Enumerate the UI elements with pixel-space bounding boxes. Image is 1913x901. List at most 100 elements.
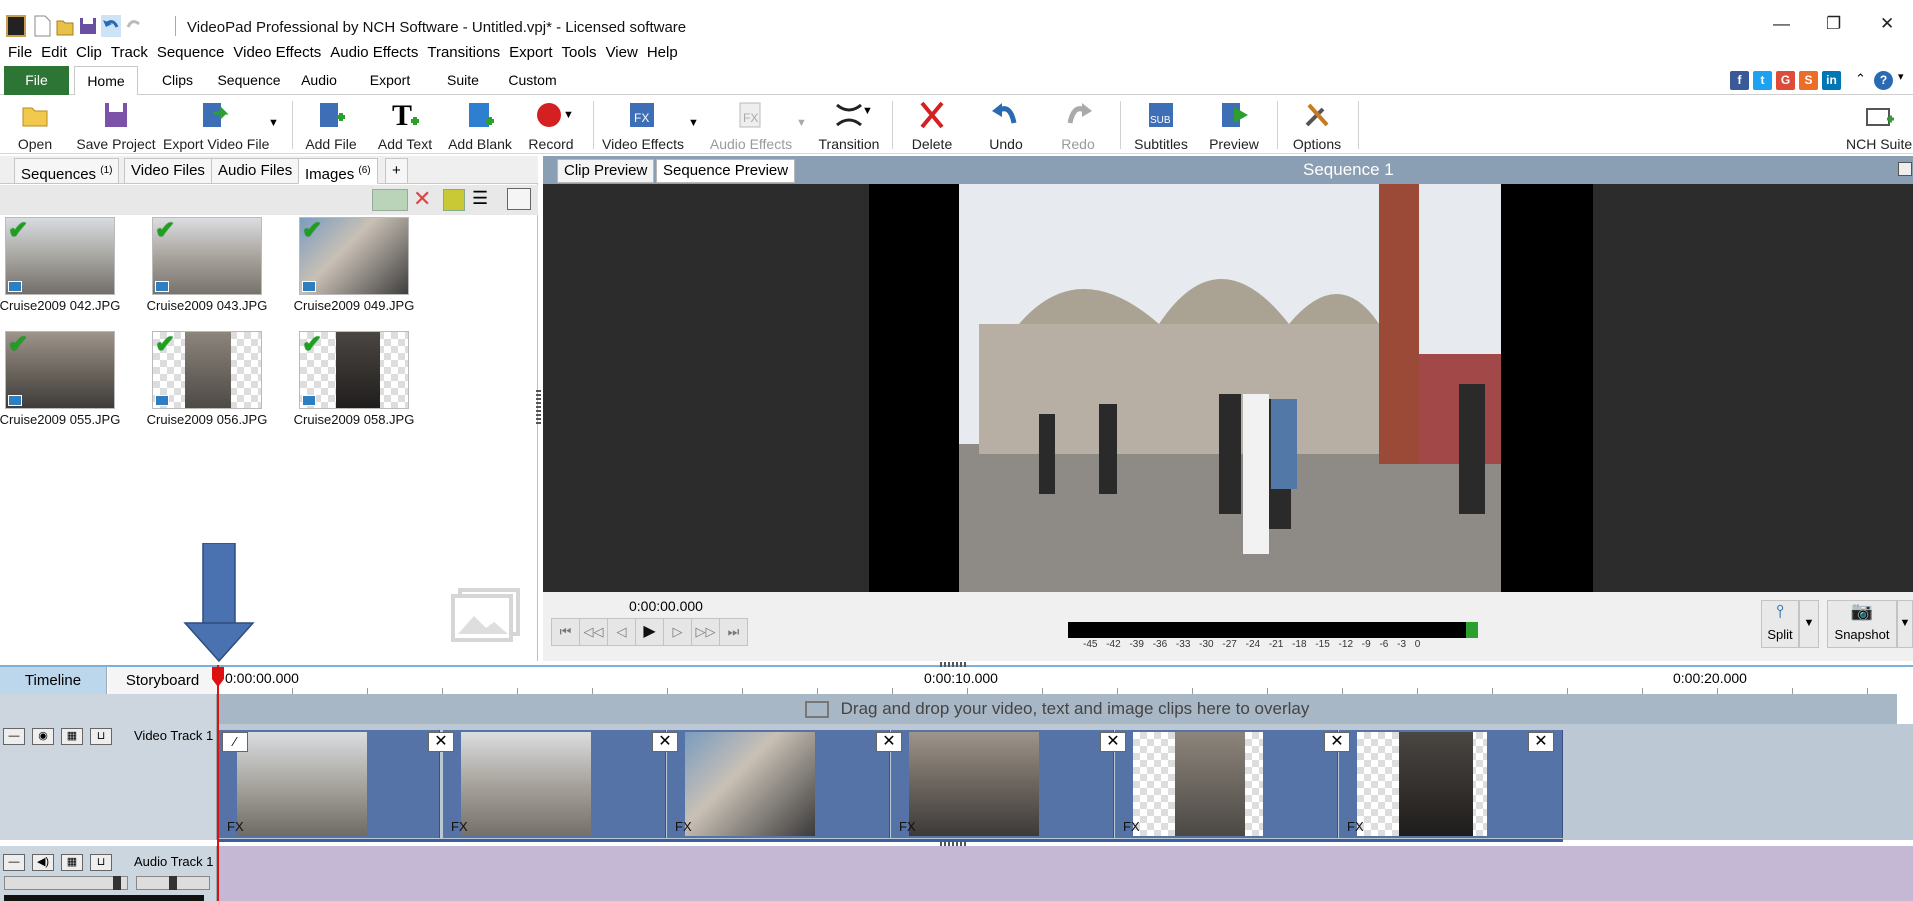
step-back-button[interactable]: ◁: [607, 618, 636, 646]
clip-fx-label[interactable]: FX: [1123, 819, 1140, 834]
twitter-icon[interactable]: t: [1753, 71, 1772, 90]
list-view-icon[interactable]: ☰: [472, 188, 488, 209]
transition-icon[interactable]: ✕: [1528, 732, 1554, 752]
new-folder-icon[interactable]: [443, 189, 465, 211]
save-icon[interactable]: [78, 15, 98, 37]
collapse-track-icon[interactable]: —: [3, 854, 25, 871]
timeline-clip[interactable]: FX: [667, 730, 890, 838]
tab-sequence[interactable]: Sequence: [214, 66, 284, 95]
menu-help[interactable]: Help: [647, 42, 678, 61]
pan-handle[interactable]: [169, 876, 177, 890]
volume-slider[interactable]: [4, 876, 128, 890]
tab-export[interactable]: Export: [364, 66, 416, 95]
linkedin-icon[interactable]: in: [1822, 71, 1841, 90]
timeline-clip[interactable]: FX: [219, 730, 440, 838]
panel-splitter[interactable]: [536, 390, 541, 424]
transition-icon[interactable]: ✕: [652, 732, 678, 752]
next-frame-button[interactable]: ▷▷: [691, 618, 720, 646]
add-bin-tab[interactable]: +: [385, 158, 408, 184]
go-to-end-button[interactable]: ⏭: [719, 618, 748, 646]
menu-export[interactable]: Export: [509, 42, 552, 61]
step-forward-button[interactable]: ▷: [663, 618, 692, 646]
transition-icon[interactable]: ✕: [1100, 732, 1126, 752]
facebook-icon[interactable]: f: [1730, 71, 1749, 90]
volume-handle[interactable]: [113, 876, 121, 890]
add-blank-button[interactable]: Add Blank: [448, 99, 512, 154]
overlay-drop-zone[interactable]: Drag and drop your video, text and image…: [217, 694, 1897, 724]
preview-button[interactable]: Preview: [1205, 99, 1263, 154]
image-thumbnail[interactable]: ✔: [152, 217, 262, 295]
close-button[interactable]: ✕: [1880, 14, 1894, 34]
redo-icon[interactable]: [124, 15, 144, 37]
open-project-icon[interactable]: [55, 15, 75, 37]
menu-sequence[interactable]: Sequence: [157, 42, 225, 61]
image-thumbnail[interactable]: ✔: [299, 331, 409, 409]
transition-icon[interactable]: ✕: [876, 732, 902, 752]
clip-fx-label[interactable]: FX: [1347, 819, 1364, 834]
video-effects-button[interactable]: FX Video Effects: [602, 99, 684, 154]
tab-clips[interactable]: Clips: [155, 66, 200, 95]
tab-storyboard[interactable]: Storyboard: [108, 667, 217, 694]
speaker-icon[interactable]: ◀): [32, 854, 54, 871]
snapshot-dropdown-icon[interactable]: ▼: [1897, 600, 1913, 648]
tab-video-files-bin[interactable]: Video Files: [124, 158, 212, 184]
menu-track[interactable]: Track: [111, 42, 148, 61]
transition-dropdown-icon[interactable]: ▼: [862, 105, 873, 117]
pan-slider[interactable]: [136, 876, 210, 890]
clip-effect-icon[interactable]: ⁄: [222, 732, 248, 752]
tab-file[interactable]: File: [4, 66, 69, 95]
stumbleupon-icon[interactable]: S: [1799, 71, 1818, 90]
delete-button[interactable]: Delete: [904, 99, 960, 154]
image-thumbnail[interactable]: ✔: [5, 331, 115, 409]
playhead[interactable]: [217, 665, 219, 901]
new-project-icon[interactable]: [32, 15, 52, 37]
export-dropdown-icon[interactable]: ▼: [268, 117, 279, 129]
image-thumbnail[interactable]: ✔: [299, 217, 409, 295]
audio-effects-dropdown-icon[interactable]: ▼: [796, 117, 807, 129]
menu-view[interactable]: View: [606, 42, 638, 61]
timeline-clip[interactable]: FX: [1115, 730, 1338, 838]
timeline-clip[interactable]: FX: [891, 730, 1114, 838]
tab-audio[interactable]: Audio: [298, 66, 340, 95]
clip-fx-label[interactable]: FX: [451, 819, 468, 834]
transition-icon[interactable]: ✕: [428, 732, 454, 752]
video-effects-dropdown-icon[interactable]: ▼: [688, 117, 699, 129]
add-file-button[interactable]: Add File: [304, 99, 358, 154]
eye-icon[interactable]: ◉: [32, 728, 54, 745]
lock-icon[interactable]: ⊔: [90, 728, 112, 745]
clip-fx-label[interactable]: FX: [675, 819, 692, 834]
timeline-splitter[interactable]: [940, 662, 968, 667]
tab-custom[interactable]: Custom: [505, 66, 560, 95]
remove-icon[interactable]: ✕: [413, 187, 431, 211]
image-thumbnail[interactable]: ✔: [152, 331, 262, 409]
snapshot-button[interactable]: 📷 Snapshot: [1827, 600, 1897, 648]
tab-suite[interactable]: Suite: [443, 66, 483, 95]
split-dropdown-icon[interactable]: ▼: [1799, 600, 1819, 648]
add-text-button[interactable]: T Add Text: [373, 99, 437, 154]
record-dropdown-icon[interactable]: ▼: [563, 109, 574, 121]
tab-timeline[interactable]: Timeline: [0, 667, 107, 694]
nch-suite-button[interactable]: NCH Suite: [1846, 99, 1912, 154]
menu-file[interactable]: File: [8, 42, 32, 61]
undo-button[interactable]: Undo: [978, 99, 1034, 154]
record-button[interactable]: Record: [523, 99, 579, 154]
export-video-button[interactable]: Export Video File: [163, 99, 269, 154]
collapse-ribbon-icon[interactable]: ⌃: [1855, 71, 1866, 87]
lock-icon[interactable]: ⊔: [90, 854, 112, 871]
menu-audio-effects[interactable]: Audio Effects: [330, 42, 418, 61]
transition-icon[interactable]: ✕: [1324, 732, 1350, 752]
help-icon[interactable]: ?: [1874, 71, 1893, 90]
tab-clip-preview[interactable]: Clip Preview: [557, 159, 655, 183]
save-project-button[interactable]: Save Project: [76, 99, 156, 154]
tab-images-bin[interactable]: Images (6): [298, 158, 378, 184]
help-dropdown-icon[interactable]: ▾: [1898, 70, 1904, 83]
subtitles-button[interactable]: SUB Subtitles: [1130, 99, 1192, 154]
tab-sequences-bin[interactable]: Sequences (1): [14, 158, 120, 184]
audio-effects-button[interactable]: FX Audio Effects: [708, 99, 794, 154]
split-button[interactable]: ⫯ Split: [1761, 600, 1799, 648]
redo-button[interactable]: Redo: [1050, 99, 1106, 154]
image-thumbnail[interactable]: ✔: [5, 217, 115, 295]
undock-preview-icon[interactable]: [1898, 162, 1912, 176]
open-button[interactable]: Open: [8, 99, 62, 154]
audio-track[interactable]: [0, 846, 1913, 901]
